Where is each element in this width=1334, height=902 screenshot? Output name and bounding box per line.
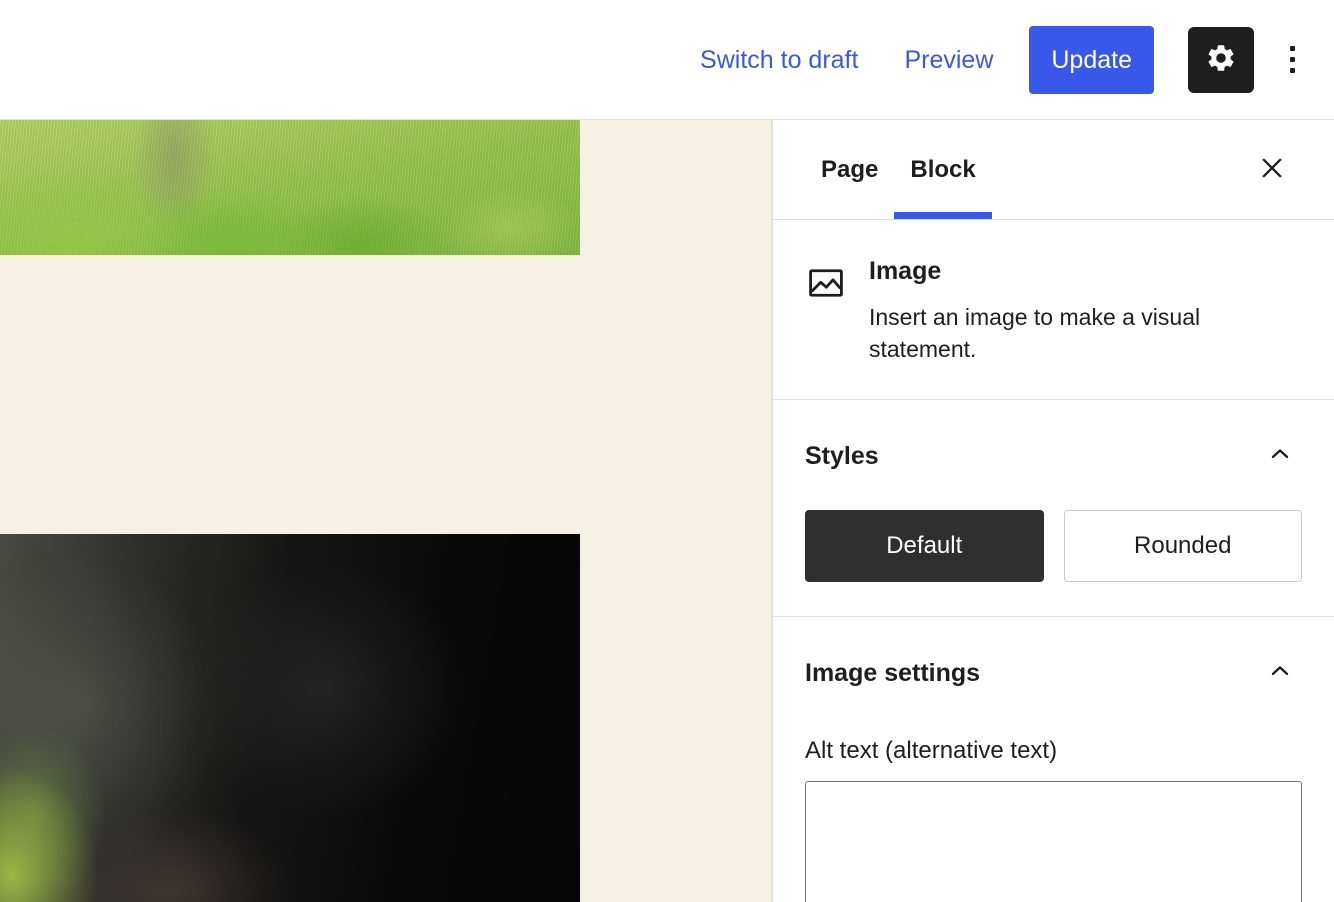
- alt-text-input[interactable]: [805, 781, 1302, 902]
- chevron-up-icon: [1266, 440, 1294, 473]
- editor-canvas[interactable]: [0, 120, 772, 902]
- gear-icon: [1205, 42, 1237, 77]
- close-sidebar-button[interactable]: [1248, 146, 1296, 194]
- block-card: Image Insert an image to make a visual s…: [805, 254, 1302, 365]
- dark-foliage-image[interactable]: [0, 534, 580, 902]
- editor-topbar: Switch to draft Preview Update: [0, 0, 1334, 120]
- close-icon: [1258, 154, 1286, 185]
- styles-collapse-button[interactable]: [1258, 434, 1302, 478]
- preview-button[interactable]: Preview: [890, 35, 1007, 85]
- settings-button[interactable]: [1188, 27, 1254, 93]
- style-options: Default Rounded: [805, 510, 1302, 582]
- update-button[interactable]: Update: [1029, 26, 1154, 94]
- chevron-up-icon: [1266, 657, 1294, 690]
- editor-root: Switch to draft Preview Update: [0, 0, 1334, 902]
- settings-sidebar: Page Block: [772, 120, 1334, 902]
- tab-page[interactable]: Page: [805, 120, 894, 219]
- image-settings-panel-header[interactable]: Image settings: [805, 651, 1302, 695]
- topbar-actions: Switch to draft Preview Update: [686, 26, 1316, 94]
- block-description: Insert an image to make a visual stateme…: [869, 302, 1302, 365]
- style-option-default[interactable]: Default: [805, 510, 1044, 582]
- sidebar-tabs: Page Block: [773, 120, 1334, 220]
- switch-to-draft-button[interactable]: Switch to draft: [686, 35, 872, 85]
- image-icon: [805, 262, 847, 309]
- canvas-right-edge: [771, 120, 772, 902]
- block-title: Image: [869, 256, 1302, 286]
- image-settings-panel-title: Image settings: [805, 659, 980, 688]
- styles-section: Styles Default Rounded: [773, 400, 1334, 617]
- style-option-rounded[interactable]: Rounded: [1064, 510, 1303, 582]
- image-settings-section: Image settings Alt text (alternative tex…: [773, 617, 1334, 902]
- tab-block[interactable]: Block: [894, 120, 991, 219]
- block-text: Image Insert an image to make a visual s…: [869, 256, 1302, 365]
- styles-panel-header[interactable]: Styles: [805, 434, 1302, 478]
- block-info-section: Image Insert an image to make a visual s…: [773, 220, 1334, 400]
- image-settings-collapse-button[interactable]: [1258, 651, 1302, 695]
- garden-greens-image[interactable]: [0, 120, 580, 255]
- styles-panel-title: Styles: [805, 442, 879, 471]
- alt-text-label: Alt text (alternative text): [805, 737, 1302, 765]
- editor-body: Page Block: [0, 120, 1334, 902]
- kebab-menu-icon: [1290, 46, 1295, 73]
- more-options-button[interactable]: [1268, 27, 1316, 93]
